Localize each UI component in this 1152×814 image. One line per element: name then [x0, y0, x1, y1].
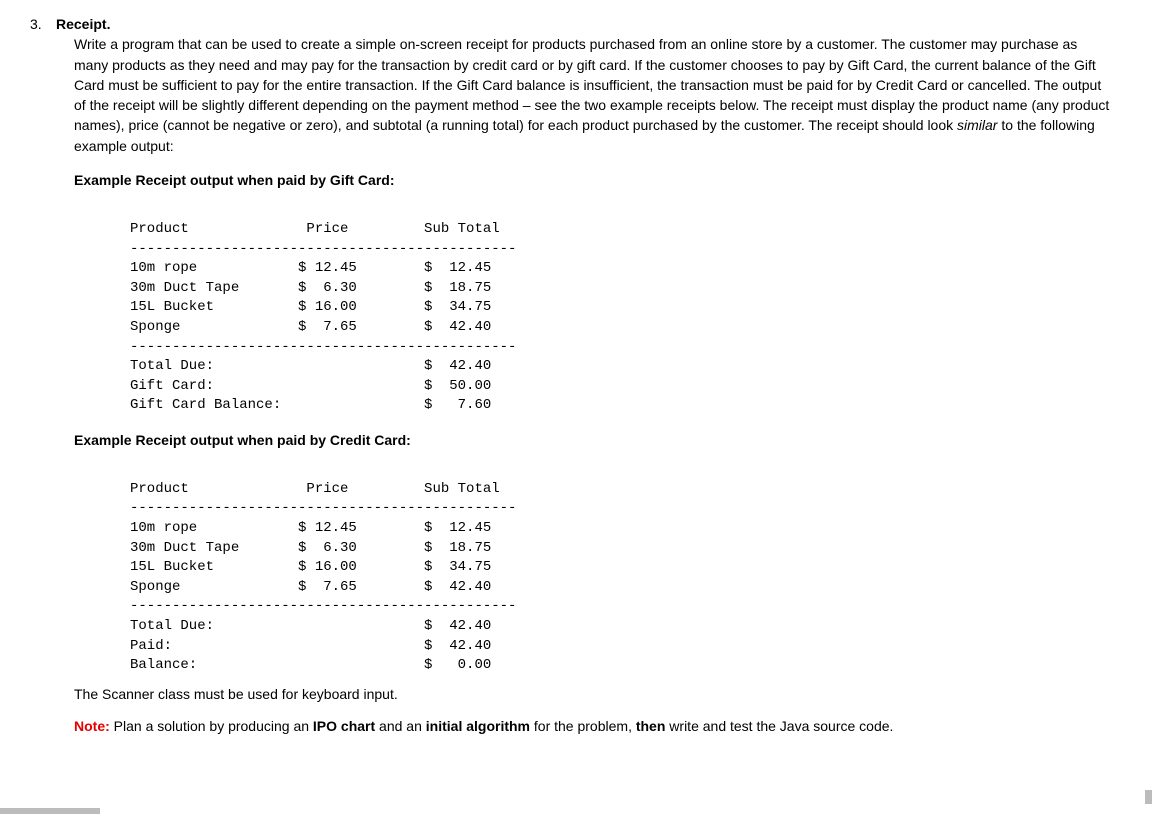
receipt-row: 10m rope $ 12.45 $ 12.45 [130, 520, 491, 536]
divider: ----------------------------------------… [130, 500, 516, 516]
summary-row: Gift Card Balance: $ 7.60 [130, 397, 491, 413]
summary-row: Total Due: $ 42.40 [130, 618, 491, 634]
note-c: for the problem, [530, 718, 636, 734]
receipt-header: Product Price Sub Total [130, 221, 500, 237]
heading-credit-card: Example Receipt output when paid by Cred… [74, 430, 1112, 450]
receipt-gift-card: Product Price Sub Total ----------------… [130, 200, 1112, 416]
receipt-header: Product Price Sub Total [130, 481, 500, 497]
horizontal-scrollbar[interactable] [0, 808, 100, 814]
receipt-row: 30m Duct Tape $ 6.30 $ 18.75 [130, 540, 491, 556]
note-ipo: IPO chart [313, 718, 375, 734]
summary-row: Total Due: $ 42.40 [130, 358, 491, 374]
question-title: Receipt. [56, 14, 110, 34]
question-number: 3. [30, 14, 56, 34]
receipt-row: 30m Duct Tape $ 6.30 $ 18.75 [130, 280, 491, 296]
planning-note: Note: Plan a solution by producing an IP… [74, 716, 1112, 736]
note-d: write and test the Java source code. [665, 718, 893, 734]
summary-row: Gift Card: $ 50.00 [130, 378, 491, 394]
receipt-row: Sponge $ 7.65 $ 42.40 [130, 319, 491, 335]
note-algo: initial algorithm [426, 718, 530, 734]
divider: ----------------------------------------… [130, 339, 516, 355]
heading-gift-card: Example Receipt output when paid by Gift… [74, 170, 1112, 190]
scanner-note: The Scanner class must be used for keybo… [74, 684, 1112, 704]
summary-row: Paid: $ 42.40 [130, 638, 491, 654]
receipt-row: Sponge $ 7.65 $ 42.40 [130, 579, 491, 595]
summary-row: Balance: $ 0.00 [130, 657, 491, 673]
note-then: then [636, 718, 666, 734]
divider: ----------------------------------------… [130, 598, 516, 614]
vertical-scrollbar[interactable] [1145, 790, 1152, 804]
divider: ----------------------------------------… [130, 241, 516, 257]
problem-description: Write a program that can be used to crea… [74, 34, 1112, 156]
note-a: Plan a solution by producing an [110, 718, 313, 734]
receipt-row: 15L Bucket $ 16.00 $ 34.75 [130, 559, 491, 575]
receipt-row: 10m rope $ 12.45 $ 12.45 [130, 260, 491, 276]
desc-part-a: Write a program that can be used to crea… [74, 36, 1109, 133]
note-b: and an [375, 718, 426, 734]
receipt-credit-card: Product Price Sub Total ----------------… [130, 460, 1112, 676]
note-label: Note: [74, 718, 110, 734]
receipt-row: 15L Bucket $ 16.00 $ 34.75 [130, 299, 491, 315]
desc-similar: similar [957, 117, 997, 133]
